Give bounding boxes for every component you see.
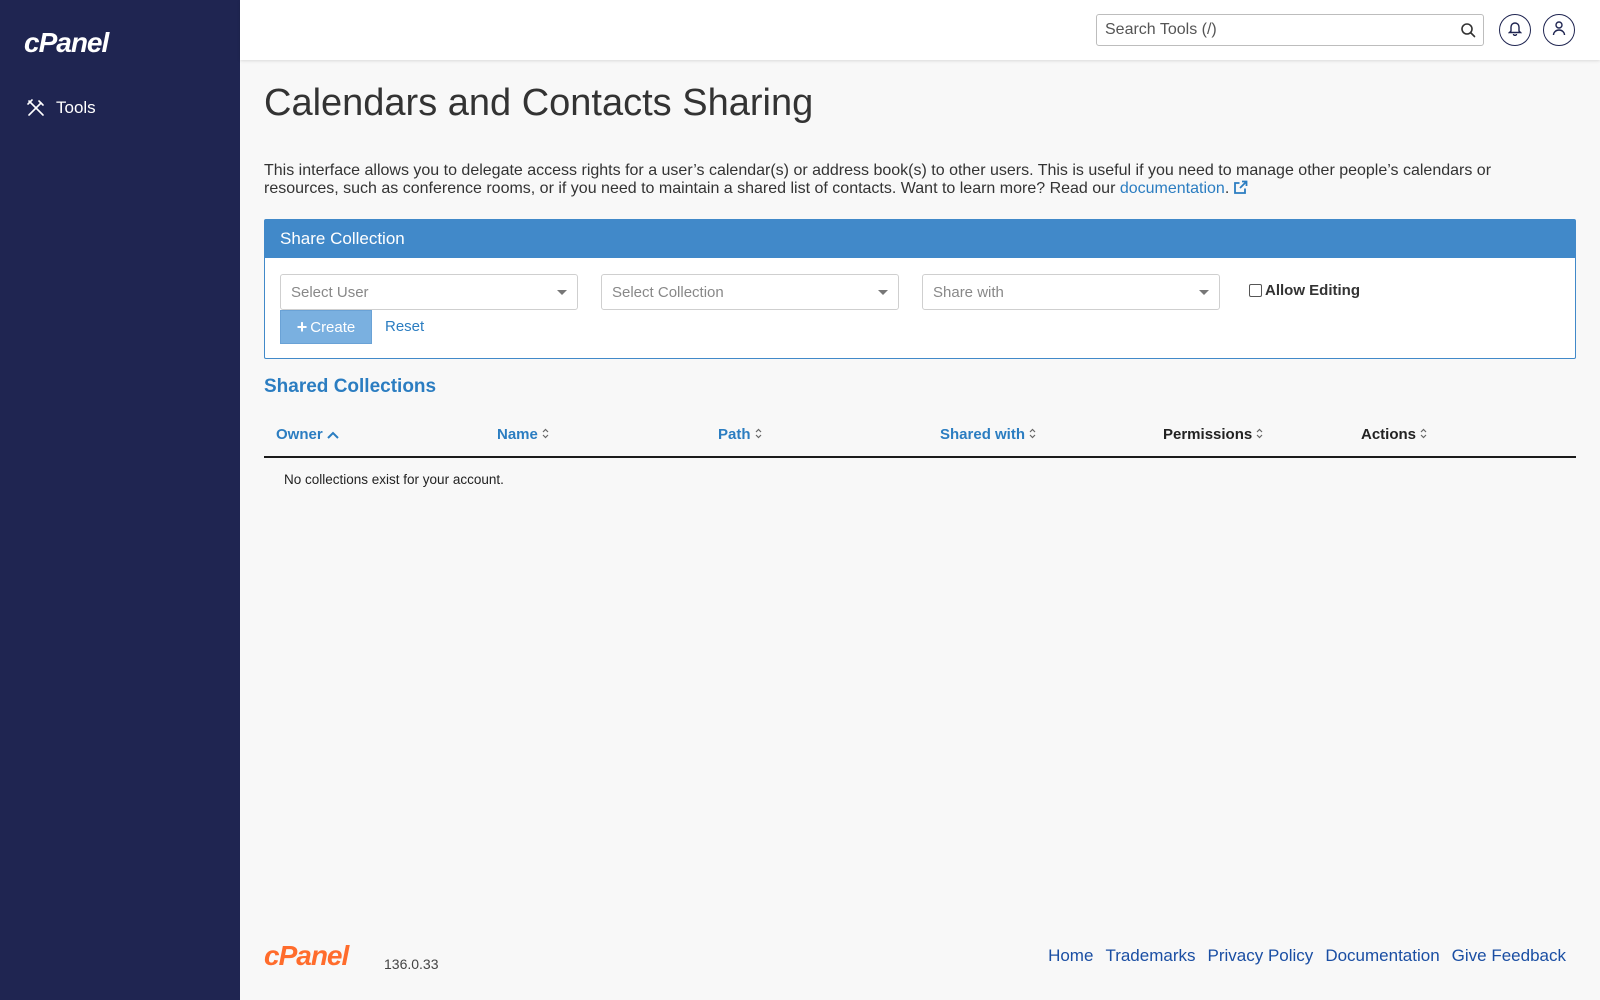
- footer-link-home[interactable]: Home: [1048, 946, 1093, 966]
- column-label: Path: [718, 426, 751, 443]
- cpanel-logo[interactable]: cPanel: [24, 26, 144, 60]
- empty-table-message: No collections exist for your account.: [284, 472, 504, 487]
- sort-icon: [755, 426, 762, 443]
- footer-link-give-feedback[interactable]: Give Feedback: [1452, 946, 1566, 966]
- search-input[interactable]: [1097, 15, 1453, 45]
- search-icon[interactable]: [1453, 15, 1483, 45]
- column-label: Owner: [276, 426, 323, 443]
- select-user-placeholder: Select User: [291, 283, 369, 301]
- column-header-actions[interactable]: Actions: [1361, 426, 1427, 443]
- documentation-link[interactable]: documentation: [1120, 180, 1225, 197]
- sort-ascending-icon: [326, 426, 339, 443]
- allow-editing-label: Allow Editing: [1265, 282, 1360, 299]
- footer-brand: cPanel 136.0.33: [264, 940, 439, 974]
- external-link-icon[interactable]: [1233, 180, 1248, 200]
- select-collection-dropdown[interactable]: Select Collection: [601, 274, 899, 310]
- tools-icon: [20, 92, 52, 124]
- sidebar-item-tools[interactable]: Tools: [20, 92, 220, 124]
- select-user-dropdown[interactable]: Select User: [280, 274, 578, 310]
- column-label: Permissions: [1163, 426, 1253, 443]
- column-header-name[interactable]: Name: [497, 426, 549, 443]
- footer-link-privacy-policy[interactable]: Privacy Policy: [1208, 946, 1314, 966]
- bell-icon: [1507, 20, 1523, 41]
- svg-text:cPanel: cPanel: [24, 27, 110, 58]
- sidebar: cPanel Tools: [0, 0, 240, 1000]
- select-collection-placeholder: Select Collection: [612, 283, 724, 301]
- shared-collections-table: Owner Name Path Shared with Permissions …: [264, 412, 1576, 487]
- column-header-shared-with[interactable]: Shared with: [940, 426, 1036, 443]
- share-with-dropdown[interactable]: Share with: [922, 274, 1220, 310]
- intro-text: This interface allows you to delegate ac…: [264, 162, 1564, 200]
- share-with-placeholder: Share with: [933, 283, 1004, 301]
- reset-button[interactable]: Reset: [385, 318, 424, 335]
- allow-editing-checkbox[interactable]: [1249, 284, 1262, 297]
- column-header-path[interactable]: Path: [718, 426, 762, 443]
- notifications-button[interactable]: [1499, 14, 1531, 46]
- column-header-owner[interactable]: Owner: [276, 426, 339, 443]
- chevron-down-icon: [878, 290, 888, 295]
- user-menu-button[interactable]: [1543, 14, 1575, 46]
- cpanel-footer-logo[interactable]: cPanel: [264, 939, 382, 974]
- search-box: [1096, 14, 1484, 46]
- column-header-permissions[interactable]: Permissions: [1163, 426, 1263, 443]
- top-header: [240, 0, 1600, 60]
- create-label: Create: [310, 318, 356, 336]
- create-button[interactable]: + Create: [280, 310, 372, 344]
- share-collection-panel: Share Collection Select User Select Coll…: [264, 219, 1576, 359]
- version-number: 136.0.33: [384, 956, 439, 972]
- page-title: Calendars and Contacts Sharing: [264, 82, 814, 124]
- panel-title: Share Collection: [265, 220, 1575, 258]
- intro-end: .: [1224, 180, 1230, 197]
- footer-links: Home Trademarks Privacy Policy Documenta…: [1036, 946, 1566, 966]
- footer-link-trademarks[interactable]: Trademarks: [1105, 946, 1195, 966]
- sidebar-item-label: Tools: [56, 98, 96, 117]
- column-label: Actions: [1361, 426, 1417, 443]
- column-label: Name: [497, 426, 538, 443]
- svg-text:cPanel: cPanel: [264, 940, 350, 969]
- column-label: Shared with: [940, 426, 1026, 443]
- allow-editing-option[interactable]: Allow Editing: [1249, 282, 1360, 299]
- chevron-down-icon: [1199, 290, 1209, 295]
- chevron-down-icon: [557, 290, 567, 295]
- sort-icon: [1256, 426, 1263, 443]
- sort-icon: [542, 426, 549, 443]
- intro-body: This interface allows you to delegate ac…: [264, 162, 1492, 197]
- plus-icon: +: [296, 317, 308, 337]
- footer-link-documentation[interactable]: Documentation: [1325, 946, 1439, 966]
- user-icon: [1552, 20, 1566, 41]
- table-header: Owner Name Path Shared with Permissions …: [264, 412, 1576, 458]
- sort-icon: [1420, 426, 1427, 443]
- shared-collections-title: Shared Collections: [264, 376, 437, 397]
- sort-icon: [1029, 426, 1036, 443]
